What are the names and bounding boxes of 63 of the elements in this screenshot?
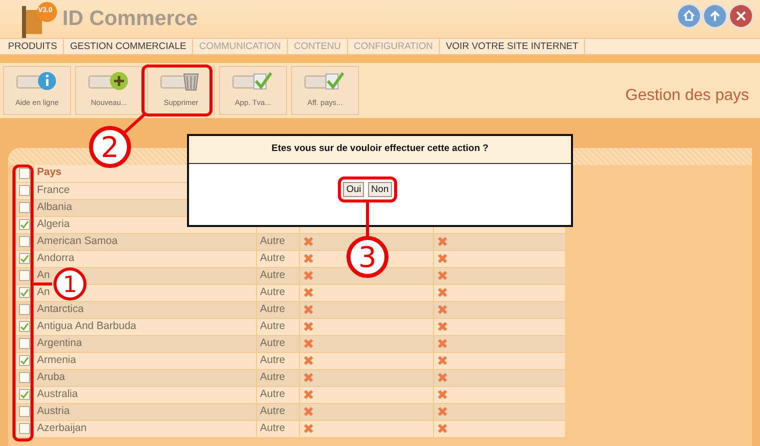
checkbox[interactable]: [19, 304, 30, 315]
table-cell: Autre: [256, 369, 300, 386]
app-title: ID Commerce: [62, 6, 198, 32]
leader-line: [123, 112, 147, 134]
checkbox[interactable]: [19, 202, 30, 213]
home-icon: [682, 9, 696, 23]
checkbox[interactable]: [19, 219, 30, 230]
menu-item[interactable]: VOIR VOTRE SITE INTERNET: [440, 39, 586, 54]
table-cell: Autre: [256, 233, 300, 250]
checkbox[interactable]: [19, 168, 30, 179]
checkbox[interactable]: [19, 372, 30, 383]
menu-item[interactable]: GESTION COMMERCIALE: [64, 39, 194, 54]
step-marker: 2: [89, 126, 131, 168]
leader-line: [366, 201, 369, 237]
table-cell: Autre: [256, 284, 300, 301]
dialog-button[interactable]: Oui: [343, 182, 364, 197]
table-cell: Antigua And Barbuda: [34, 318, 256, 335]
table-cell: Autre: [256, 301, 300, 318]
logo-icon: [20, 2, 58, 38]
checkbox[interactable]: [19, 185, 30, 196]
highlight-outline: [142, 64, 212, 116]
plus-icon: [88, 70, 130, 92]
leader-line: [32, 282, 52, 286]
table-cell: Autre: [256, 318, 300, 335]
checkbox[interactable]: [19, 338, 30, 349]
checkbox[interactable]: [19, 236, 30, 247]
checkbox[interactable]: [19, 253, 30, 264]
home-button[interactable]: [678, 5, 700, 27]
table-cell: Autre: [256, 250, 300, 267]
table-cell: Autre: [256, 386, 300, 403]
checkbox[interactable]: [19, 287, 30, 298]
table-cell: Antarctica: [34, 301, 256, 318]
table-cell: Azerbaijan: [34, 420, 256, 437]
up-button[interactable]: [704, 5, 726, 27]
dialog-message: Etes vous sur de vouloir effectuer cette action ?: [272, 142, 488, 156]
table-cell: American Samoa: [34, 233, 256, 250]
close-button[interactable]: [730, 5, 752, 27]
page-title: Gestion des pays: [625, 86, 749, 106]
table-cell: Autre: [256, 267, 300, 284]
checkbox[interactable]: [19, 389, 30, 400]
table-cell: Armenia: [34, 352, 256, 369]
close-icon: [734, 9, 748, 23]
table-cell: Autre: [256, 352, 300, 369]
info-icon: [16, 70, 58, 92]
dialog-button[interactable]: Non: [368, 182, 392, 197]
up-arrow-icon: [708, 9, 722, 23]
checkbox[interactable]: [19, 406, 30, 417]
table-cell: Autre: [256, 420, 300, 437]
table-cell: Austria: [34, 403, 256, 420]
check-icon: [232, 70, 274, 92]
table-cell: Aruba: [34, 369, 256, 386]
checkbox[interactable]: [19, 321, 30, 332]
check-icon: [304, 70, 346, 92]
highlight-outline: [338, 176, 398, 202]
menu-item[interactable]: PRODUITS: [2, 39, 64, 54]
table-cell: Argentina: [34, 335, 256, 352]
table-cell: Australia: [34, 386, 256, 403]
table-cell: Andorra: [34, 250, 256, 267]
table-cell: Autre: [256, 403, 300, 420]
table-cell: Autre: [256, 335, 300, 352]
checkbox[interactable]: [19, 423, 30, 434]
checkbox[interactable]: [19, 270, 30, 281]
checkbox[interactable]: [19, 355, 30, 366]
